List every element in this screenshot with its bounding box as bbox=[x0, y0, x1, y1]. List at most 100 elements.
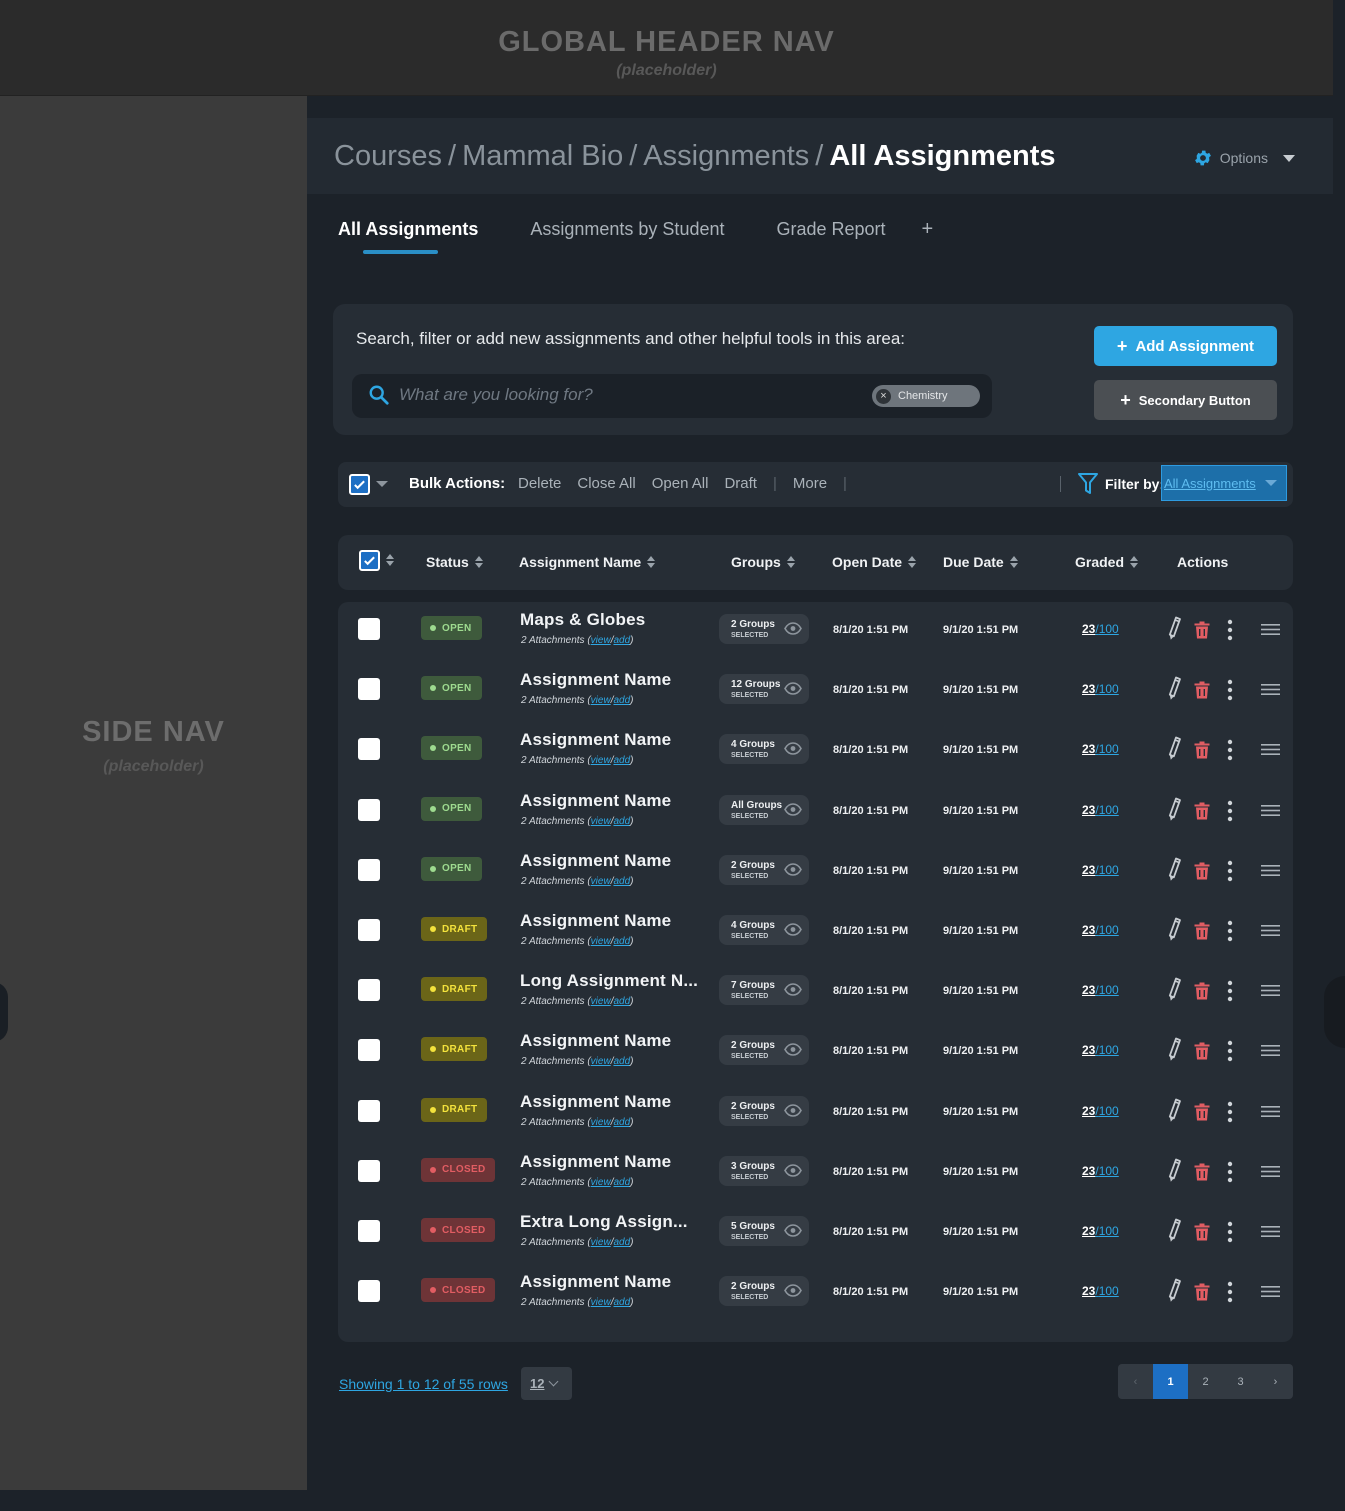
row-checkbox[interactable] bbox=[358, 1280, 380, 1303]
trash-icon[interactable] bbox=[1194, 621, 1210, 639]
more-vertical-icon[interactable] bbox=[1227, 920, 1233, 942]
search-input[interactable]: What are you looking for? × Chemistry bbox=[352, 374, 992, 418]
drag-handle-icon[interactable] bbox=[1261, 1045, 1280, 1057]
chevron-down-icon[interactable] bbox=[376, 481, 388, 487]
more-vertical-icon[interactable] bbox=[1227, 1161, 1233, 1183]
trash-icon[interactable] bbox=[1194, 741, 1210, 759]
assignment-name[interactable]: Assignment Name bbox=[520, 1152, 671, 1172]
eye-icon[interactable] bbox=[784, 622, 802, 635]
more-vertical-icon[interactable] bbox=[1227, 739, 1233, 761]
trash-icon[interactable] bbox=[1194, 802, 1210, 820]
assignment-name[interactable]: Assignment Name bbox=[520, 791, 671, 811]
pencil-icon[interactable] bbox=[1164, 857, 1182, 883]
graded-link[interactable]: 23/100 bbox=[1082, 1104, 1119, 1118]
drag-handle-icon[interactable] bbox=[1261, 804, 1280, 816]
view-attachments-link[interactable]: view bbox=[591, 936, 611, 947]
view-attachments-link[interactable]: view bbox=[591, 635, 611, 646]
row-checkbox[interactable] bbox=[358, 1039, 380, 1062]
more-vertical-icon[interactable] bbox=[1227, 980, 1233, 1002]
page-button-2[interactable]: 2 bbox=[1188, 1364, 1223, 1399]
graded-link[interactable]: 23/100 bbox=[1082, 863, 1119, 877]
select-all-checkbox[interactable] bbox=[349, 474, 370, 495]
eye-icon[interactable] bbox=[784, 923, 802, 936]
graded-link[interactable]: 23/100 bbox=[1082, 682, 1119, 696]
pencil-icon[interactable] bbox=[1164, 797, 1182, 823]
pencil-icon[interactable] bbox=[1164, 1098, 1182, 1124]
tab-grade-report[interactable]: Grade Report bbox=[776, 219, 885, 240]
assignment-name[interactable]: Assignment Name bbox=[520, 1092, 671, 1112]
view-attachments-link[interactable]: view bbox=[591, 876, 611, 887]
more-vertical-icon[interactable] bbox=[1227, 1101, 1233, 1123]
add-assignment-button[interactable]: + Add Assignment bbox=[1094, 326, 1277, 366]
more-vertical-icon[interactable] bbox=[1227, 1281, 1233, 1303]
breadcrumb-item-course[interactable]: Mammal Bio bbox=[462, 140, 623, 172]
trash-icon[interactable] bbox=[1194, 1103, 1210, 1121]
more-vertical-icon[interactable] bbox=[1227, 1040, 1233, 1062]
graded-link[interactable]: 23/100 bbox=[1082, 1224, 1119, 1238]
add-attachment-link[interactable]: add bbox=[613, 1237, 630, 1248]
add-attachment-link[interactable]: add bbox=[613, 1297, 630, 1308]
view-attachments-link[interactable]: view bbox=[591, 1056, 611, 1067]
add-attachment-link[interactable]: add bbox=[613, 996, 630, 1007]
filter-chip[interactable]: × Chemistry bbox=[872, 385, 980, 407]
assignment-name[interactable]: Extra Long Assign... bbox=[520, 1212, 688, 1232]
row-checkbox[interactable] bbox=[358, 919, 380, 941]
filter-select[interactable]: All Assignments bbox=[1161, 465, 1287, 501]
pencil-icon[interactable] bbox=[1164, 977, 1182, 1003]
eye-icon[interactable] bbox=[784, 1224, 802, 1237]
eye-icon[interactable] bbox=[784, 742, 802, 756]
row-checkbox[interactable] bbox=[358, 1220, 380, 1242]
pencil-icon[interactable] bbox=[1164, 1158, 1182, 1184]
view-attachments-link[interactable]: view bbox=[591, 996, 611, 1007]
trash-icon[interactable] bbox=[1194, 1283, 1210, 1301]
trash-icon[interactable] bbox=[1194, 681, 1210, 699]
drag-handle-icon[interactable] bbox=[1261, 864, 1280, 876]
rows-info-link[interactable]: Showing 1 to 12 of 55 rows bbox=[339, 1376, 508, 1392]
trash-icon[interactable] bbox=[1194, 1223, 1210, 1241]
assignment-name[interactable]: Assignment Name bbox=[520, 1272, 671, 1292]
pencil-icon[interactable] bbox=[1164, 1278, 1182, 1304]
prev-page-button[interactable]: ‹ bbox=[1118, 1364, 1153, 1399]
breadcrumb-item-assignments[interactable]: Assignments bbox=[643, 140, 809, 172]
page-button-3[interactable]: 3 bbox=[1223, 1364, 1258, 1399]
pencil-icon[interactable] bbox=[1164, 1037, 1182, 1063]
eye-icon[interactable] bbox=[784, 1284, 802, 1297]
row-checkbox[interactable] bbox=[358, 858, 380, 881]
view-attachments-link[interactable]: view bbox=[591, 1117, 611, 1128]
header-select-all-checkbox[interactable] bbox=[359, 550, 380, 571]
add-attachment-link[interactable]: add bbox=[613, 1056, 630, 1067]
view-attachments-link[interactable]: view bbox=[591, 1177, 611, 1188]
row-checkbox[interactable] bbox=[358, 1159, 380, 1182]
bulk-delete-button[interactable]: Delete bbox=[518, 475, 561, 492]
bulk-close-all-button[interactable]: Close All bbox=[577, 475, 635, 492]
drag-handle-icon[interactable] bbox=[1261, 744, 1280, 756]
tab-all-assignments[interactable]: All Assignments bbox=[338, 219, 478, 240]
eye-icon[interactable] bbox=[784, 1043, 802, 1057]
assignment-name[interactable]: Assignment Name bbox=[520, 851, 671, 871]
column-header-groups[interactable]: Groups bbox=[731, 554, 795, 570]
eye-icon[interactable] bbox=[784, 682, 802, 695]
drag-handle-icon[interactable] bbox=[1261, 684, 1280, 696]
close-icon[interactable]: × bbox=[876, 388, 891, 404]
add-attachment-link[interactable]: add bbox=[613, 1117, 630, 1128]
drag-handle-icon[interactable] bbox=[1261, 1226, 1280, 1237]
graded-link[interactable]: 23/100 bbox=[1082, 983, 1119, 997]
row-checkbox[interactable] bbox=[358, 618, 380, 640]
row-checkbox[interactable] bbox=[358, 738, 380, 761]
drag-handle-icon[interactable] bbox=[1261, 624, 1280, 635]
graded-link[interactable]: 23/100 bbox=[1082, 803, 1119, 817]
more-vertical-icon[interactable] bbox=[1227, 800, 1233, 822]
more-vertical-icon[interactable] bbox=[1227, 679, 1233, 701]
bulk-more-button[interactable]: More bbox=[793, 475, 827, 492]
eye-icon[interactable] bbox=[784, 862, 802, 876]
select-sort-button[interactable] bbox=[386, 554, 394, 566]
view-attachments-link[interactable]: view bbox=[591, 755, 611, 766]
graded-link[interactable]: 23/100 bbox=[1082, 742, 1119, 756]
secondary-button[interactable]: + Secondary Button bbox=[1094, 380, 1277, 420]
add-attachment-link[interactable]: add bbox=[613, 755, 630, 766]
more-vertical-icon[interactable] bbox=[1227, 619, 1233, 641]
page-size-select[interactable]: 12 bbox=[521, 1367, 572, 1400]
assignment-name[interactable]: Long Assignment N... bbox=[520, 971, 698, 991]
eye-icon[interactable] bbox=[784, 983, 802, 996]
trash-icon[interactable] bbox=[1194, 1163, 1210, 1181]
